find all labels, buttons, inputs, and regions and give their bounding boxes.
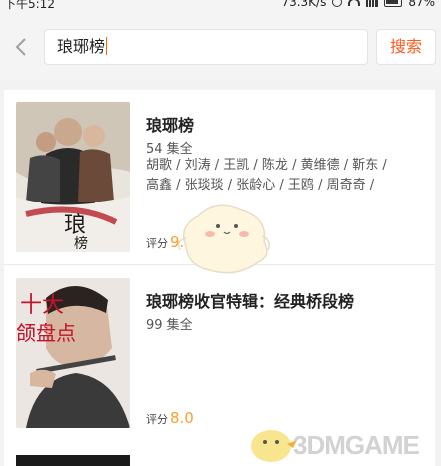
network-speed: 73.3K/s [281,0,327,9]
chevron-left-icon[interactable] [10,35,34,59]
battery-icon [384,0,403,7]
wifi-icon [348,0,361,6]
cast-line: 高鑫 / 张琰琰 / 张龄心 / 王鸥 / 周奇奇 / [146,178,375,193]
poster-image[interactable]: 琅 榜 [16,102,130,252]
svg-text:榜: 榜 [74,235,88,252]
episode-count: 54 集全 [146,142,193,157]
search-bar: 琅琊榜 搜索 [0,14,441,80]
search-input[interactable]: 琅琊榜 [44,29,368,65]
rating: 评分 8.0 [146,409,194,427]
battery-percent: 87% [408,0,435,9]
mascot-sticker [176,196,272,278]
text-caret [106,37,108,55]
watermark-text: 3DMGAME [293,430,420,460]
result-title[interactable]: 琅琊榜收官特辑：经典桥段榜 [146,288,354,312]
rating-label: 评分 [146,237,168,250]
search-button[interactable]: 搜索 [376,29,436,65]
search-query: 琅琊榜 [57,37,106,56]
poster-title-text: 琅 [64,213,86,238]
svg-text:颌盘点: 颌盘点 [16,321,76,345]
status-bar: 下午5:12 73.3K/s 87% [0,0,441,14]
cast-list: 胡歌 / 刘涛 / 王凯 / 陈龙 / 黄维德 / 靳东 / 高鑫 / 张琰琰 … [146,156,426,196]
episode-count: 99 集全 [146,318,193,333]
rating-score: 8.0 [170,409,194,427]
status-time: 下午5:12 [4,0,55,11]
poster-overlay-text: 十大 [20,293,64,318]
alarm-icon [332,0,343,7]
cast-line: 胡歌 / 刘涛 / 王凯 / 陈龙 / 黄维德 / 靳东 / [146,158,387,173]
result-title[interactable]: 琅琊榜 [146,112,194,136]
next-item-poster [16,455,130,466]
status-right: 73.3K/s 87% [281,0,435,9]
rating-label: 评分 [146,413,168,426]
list-item[interactable]: 十大 颌盘点 琅琊榜收官特辑：经典桥段榜 99 集全 评分 8.0 [4,266,435,438]
signal-icon [366,0,379,7]
poster-image[interactable]: 十大 颌盘点 [16,278,130,428]
